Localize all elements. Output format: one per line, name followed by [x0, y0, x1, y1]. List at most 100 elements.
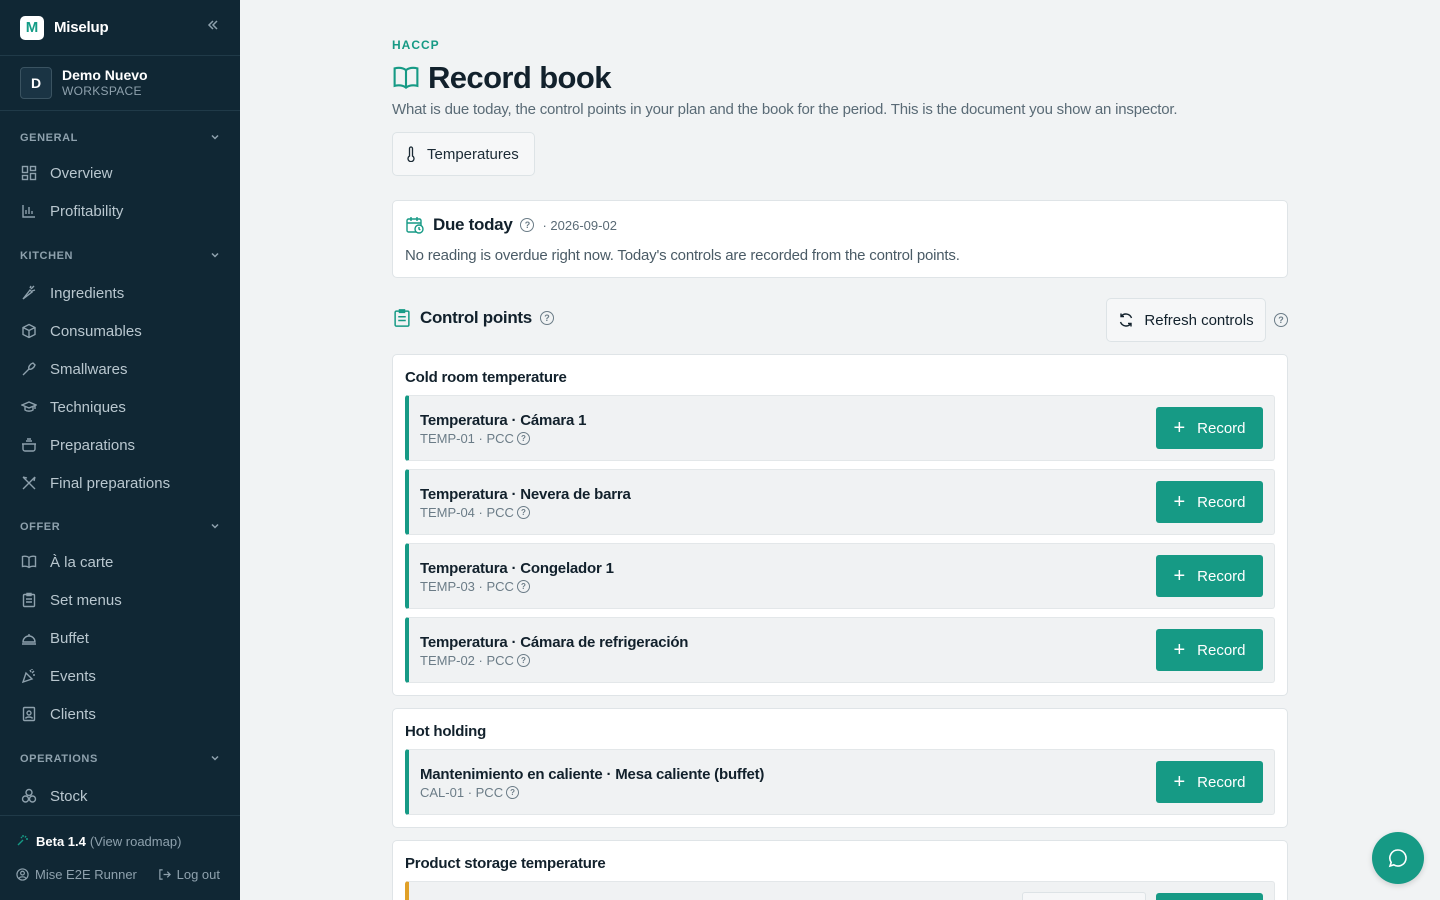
sidebar-item-buffet[interactable]: Buffet	[0, 619, 240, 657]
logout-button[interactable]: Log out	[158, 867, 220, 882]
brand-logo[interactable]: M	[20, 15, 44, 40]
control-point-name: Temperatura · Congelador 1	[420, 560, 614, 577]
sidebar-item-label: Preparations	[50, 436, 136, 454]
sidebar-item-label: Overview	[50, 164, 113, 182]
secondary-button[interactable]	[1022, 892, 1146, 900]
sidebar-item-smallwares[interactable]: Smallwares	[0, 350, 240, 388]
record-label: Record	[1197, 773, 1246, 791]
refresh-icon	[1118, 312, 1134, 328]
sidebar-item-label: Final preparations	[50, 474, 171, 492]
sidebar-item-label: Smallwares	[50, 360, 128, 378]
help-icon[interactable]: ?	[539, 311, 554, 325]
help-icon[interactable]: ?	[516, 506, 530, 519]
control-point-meta: TEMP-04 · PCC?	[420, 505, 530, 520]
chevron-down-icon	[210, 753, 220, 766]
sidebar: M Miselup D Demo Nuevo WORKSPACE GENERAL…	[0, 0, 240, 900]
sidebar-item-label: Set menus	[50, 591, 122, 609]
sidebar-item-events[interactable]: Events	[0, 657, 240, 695]
cloche-icon	[20, 629, 38, 647]
beta-info[interactable]: Beta 1.4 (View roadmap)	[16, 833, 181, 850]
help-icon[interactable]: ?	[506, 786, 520, 799]
thermometer-icon	[405, 146, 417, 162]
nav-header-label: GENERAL	[20, 132, 78, 144]
sidebar-item-preparations[interactable]: Preparations	[0, 426, 240, 464]
view-roadmap-link[interactable]: (View roadmap)	[90, 834, 182, 849]
record-button[interactable]: + Record	[1156, 481, 1263, 523]
workspace-avatar: D	[20, 67, 52, 99]
brand-name[interactable]: Miselup	[54, 19, 109, 36]
due-today-title: Due today	[433, 215, 513, 234]
due-today-date: · 2026-09-02	[542, 217, 617, 233]
page-eyebrow: HACCP	[392, 38, 440, 52]
help-icon[interactable]: ?	[516, 432, 530, 445]
help-icon[interactable]: ?	[1274, 313, 1288, 327]
boxes-icon	[20, 787, 38, 805]
nav-header-offer[interactable]: OFFER	[0, 517, 240, 537]
control-point-code: TEMP-03 · PCC	[420, 579, 514, 594]
bar-chart-icon	[20, 202, 38, 220]
control-points-title: Control points	[420, 308, 532, 327]
control-point-meta: CAL-01 · PCC?	[420, 785, 520, 800]
workspace-label: WORKSPACE	[62, 84, 142, 98]
control-group-title: Product storage temperature	[405, 855, 606, 872]
record-button[interactable]: + Record	[1156, 629, 1263, 671]
help-icon[interactable]: ?	[516, 654, 530, 667]
control-points-header: Control points ? Refresh controls ?	[392, 298, 1288, 342]
nav-header-operations[interactable]: OPERATIONS	[0, 749, 240, 769]
logout-icon	[158, 868, 171, 881]
record-button[interactable]: + Record	[1156, 555, 1263, 597]
control-point-name: Temperatura · Cámara 1	[420, 412, 587, 429]
sidebar-item-final-preparations[interactable]: Final preparations	[0, 464, 240, 502]
sidebar-item-label: Consumables	[50, 322, 142, 340]
control-group-title: Hot holding	[405, 723, 487, 740]
due-today-header: Due today ? · 2026-09-02	[405, 215, 617, 235]
plus-icon: +	[1173, 417, 1186, 439]
utensil-icon	[20, 360, 38, 378]
brand-bar: M Miselup	[0, 0, 240, 56]
plus-icon: +	[1173, 639, 1186, 661]
sidebar-item-profitability[interactable]: Profitability	[0, 192, 240, 230]
record-label: Record	[1197, 567, 1246, 585]
sidebar-item-label: À la carte	[50, 553, 114, 571]
sidebar-item-a-la-carte[interactable]: À la carte	[0, 543, 240, 581]
sidebar-item-label: Profitability	[50, 202, 124, 220]
sidebar-item-consumables[interactable]: Consumables	[0, 312, 240, 350]
sidebar-item-clients[interactable]: Clients	[0, 695, 240, 733]
sidebar-item-overview[interactable]: Overview	[0, 154, 240, 192]
control-point-meta: TEMP-03 · PCC?	[420, 579, 530, 594]
control-group-hot-holding: Hot holding Mantenimiento en caliente · …	[392, 708, 1288, 828]
record-button[interactable]: + Record	[1156, 761, 1263, 803]
control-point-meta: TEMP-01 · PCC?	[420, 431, 530, 446]
sidebar-item-ingredients[interactable]: Ingredients	[0, 274, 240, 312]
sidebar-item-label: Events	[50, 667, 96, 685]
control-point-row	[405, 881, 1275, 900]
refresh-controls-button[interactable]: Refresh controls	[1106, 298, 1266, 342]
collapse-sidebar-icon[interactable]	[206, 18, 220, 37]
sidebar-item-set-menus[interactable]: Set menus	[0, 581, 240, 619]
control-point-name: Temperatura · Cámara de refrigeración	[420, 634, 689, 651]
help-icon[interactable]: ?	[520, 218, 535, 232]
user-icon	[16, 868, 29, 881]
control-group-product-storage: Product storage temperature	[392, 840, 1288, 900]
sidebar-item-techniques[interactable]: Techniques	[0, 388, 240, 426]
filter-chip-temperatures[interactable]: Temperatures	[392, 132, 535, 176]
user-name[interactable]: Mise E2E Runner	[35, 867, 137, 882]
nav-header-general[interactable]: GENERAL	[0, 128, 240, 148]
contact-icon	[20, 705, 38, 723]
help-icon[interactable]: ?	[516, 580, 530, 593]
record-button[interactable]	[1156, 893, 1263, 900]
sidebar-item-stock[interactable]: Stock	[0, 777, 240, 815]
user-row: Mise E2E Runner Log out	[16, 867, 220, 882]
nav-header-kitchen[interactable]: KITCHEN	[0, 246, 240, 266]
workspace-switcher[interactable]: D Demo Nuevo WORKSPACE	[0, 56, 240, 111]
page-title: Record book	[428, 60, 611, 95]
control-point-name: Mantenimiento en caliente · Mesa calient…	[420, 766, 765, 783]
record-button[interactable]: + Record	[1156, 407, 1263, 449]
pot-icon	[20, 436, 38, 454]
control-point-code: TEMP-04 · PCC	[420, 505, 514, 520]
filter-chip-label: Temperatures	[427, 145, 519, 163]
nav-section-general: GENERAL Overview Profitability	[0, 128, 240, 230]
chat-button[interactable]	[1372, 832, 1424, 884]
sparkle-icon	[16, 833, 30, 850]
control-point-row: Temperatura · Cámara 1 TEMP-01 · PCC? + R…	[405, 395, 1275, 461]
